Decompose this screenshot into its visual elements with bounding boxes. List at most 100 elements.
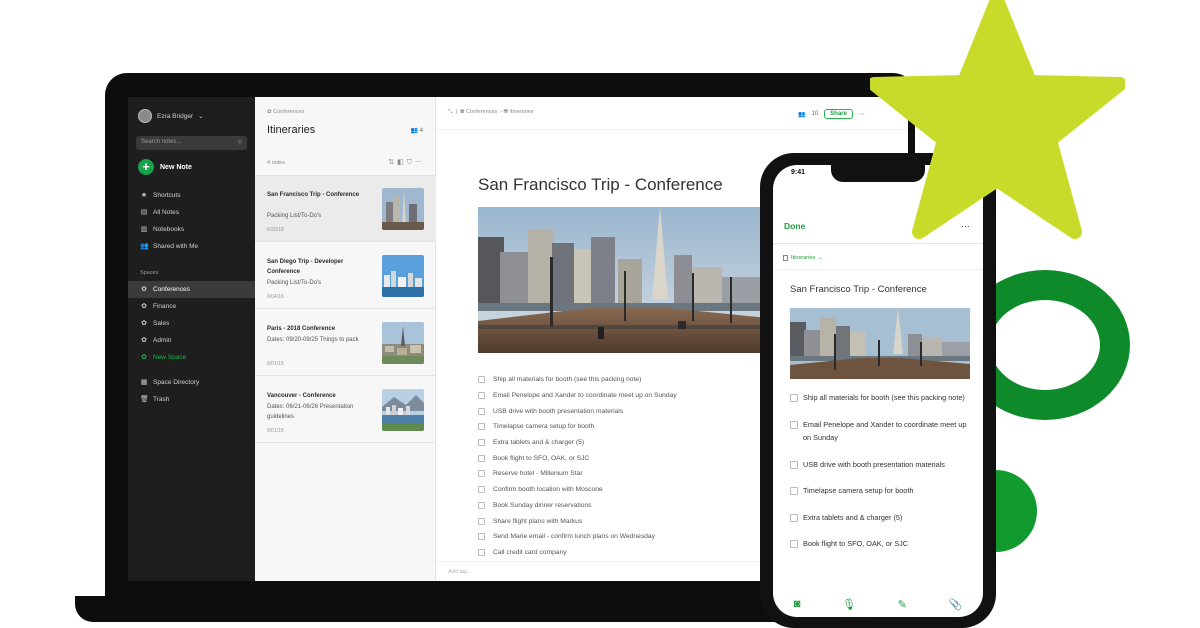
sidebar-item-label: Admin	[153, 337, 172, 344]
note-card-date: 6/01/18	[267, 361, 284, 367]
checkbox[interactable]	[790, 487, 798, 495]
checklist-item-text: Ship all materials for booth (see this p…	[803, 393, 965, 402]
sidebar-item-sales[interactable]: ✿ Sales	[128, 315, 255, 332]
checkbox[interactable]	[478, 407, 485, 415]
space-icon: ✿	[141, 286, 147, 293]
marketing-scene: Ezra Bridger ⌄ Search notes... ⚲ + New N…	[0, 0, 1200, 628]
checklist-item[interactable]: Email Penelope and Xander to coordinate …	[478, 388, 778, 404]
view-icon[interactable]: ◧	[397, 159, 407, 166]
checklist: Ship all materials for booth (see this p…	[478, 372, 778, 560]
phone-note-title[interactable]: San Francisco Trip - Conference	[790, 284, 927, 295]
sort-icon[interactable]: ⇅	[388, 159, 397, 166]
checklist-item-text: Extra tablets and & charger (5)	[493, 439, 585, 447]
people-icon: 👥	[140, 243, 149, 250]
note-card[interactable]: Vancouver - Conference Dates: 06/21-06/2…	[255, 377, 436, 443]
sidebar-item-notebooks[interactable]: ▥ Notebooks	[128, 221, 255, 238]
sidebar-item-admin[interactable]: ✿ Admin	[128, 332, 255, 349]
editor-actions: 👥 10 Share ⋯	[798, 109, 865, 119]
search-input[interactable]: Search notes... ⚲	[136, 136, 247, 150]
space-icon: ✿	[141, 337, 147, 344]
checkbox[interactable]	[478, 470, 485, 478]
sidebar-item-label: Shortcuts	[153, 192, 181, 199]
sidebar-item-label: Trash	[153, 396, 170, 403]
checklist-item[interactable]: Book Sunday dinner reservations	[478, 498, 778, 514]
checklist-item-text: Book Sunday dinner reservations	[493, 501, 592, 509]
sidebar-item-all-notes[interactable]: ▤ All Notes	[128, 204, 255, 221]
checkbox[interactable]	[790, 540, 798, 548]
checkbox[interactable]	[478, 501, 485, 509]
sidebar-item-conferences[interactable]: ✿ Conferences	[128, 281, 255, 298]
checkbox[interactable]	[478, 486, 485, 494]
sidebar-item-shared[interactable]: 👥 Shared with Me	[128, 238, 255, 255]
expand-icon[interactable]: ⤡	[448, 109, 452, 115]
done-button[interactable]: Done	[784, 221, 805, 231]
search-placeholder: Search notes...	[141, 139, 182, 145]
checklist-item[interactable]: Book flight to SFO, OAK, or SJC	[478, 450, 778, 466]
account-menu[interactable]: Ezra Bridger ⌄	[138, 109, 204, 123]
checklist-item[interactable]: Extra tablets and & charger (5)	[478, 435, 778, 451]
checklist-item[interactable]: Confirm booth location with Moscone	[478, 482, 778, 498]
new-note-button[interactable]: + New Note	[138, 159, 192, 175]
breadcrumb-space[interactable]: Conferences	[466, 109, 497, 115]
note-thumbnail-vancouver	[382, 389, 424, 431]
checklist-item[interactable]: Ship all materials for booth (see this p…	[478, 372, 778, 388]
notebook-selector[interactable]: Itineraries ⌄	[783, 255, 823, 261]
note-card[interactable]: San Diego Trip - Developer Conference Pa…	[255, 243, 436, 309]
note-card[interactable]: Paris - 2018 Conference Dates: 09/20-09/…	[255, 310, 436, 376]
checkbox[interactable]	[478, 376, 485, 384]
share-button[interactable]: Share	[824, 109, 853, 119]
checklist-item[interactable]: Send Marie email - confirm lunch plans o…	[478, 529, 778, 545]
checklist-item[interactable]: Extra tablets and & charger (5)	[790, 511, 970, 525]
checklist-item[interactable]: Timelapse camera setup for booth	[478, 419, 778, 435]
note-card-snippet: Dates: 06/21-06/26 Presentation guidelin…	[267, 404, 354, 420]
note-card-snippet: Dates: 09/20-09/25 Things to pack	[267, 337, 359, 343]
checkbox[interactable]	[790, 513, 798, 522]
checklist-item[interactable]: Share flight plans with Markus	[478, 513, 778, 529]
sketch-icon[interactable]: ✎	[898, 598, 907, 611]
checkbox[interactable]	[790, 460, 798, 469]
checkbox[interactable]	[478, 439, 485, 447]
sidebar-item-shortcuts[interactable]: ★ Shortcuts	[128, 187, 255, 204]
chevron-down-icon: ⌄	[198, 113, 204, 120]
checklist-item[interactable]: Book flight to SFO, OAK, or SJC	[790, 537, 970, 551]
breadcrumb-notebook[interactable]: Itineraries	[509, 109, 533, 115]
checklist-item[interactable]: Timelapse camera setup for booth	[790, 484, 970, 498]
checkbox[interactable]	[478, 392, 485, 400]
tag-input[interactable]: Add tag...	[448, 569, 472, 575]
sidebar-item-label: Shared with Me	[153, 243, 199, 250]
sidebar-item-trash[interactable]: 🗑 Trash	[128, 391, 255, 408]
microphone-icon[interactable]: 🎙	[842, 598, 856, 611]
checklist-item[interactable]: Call credit card company	[478, 545, 778, 561]
checkbox[interactable]	[790, 394, 798, 402]
members-indicator[interactable]: 👥 4	[411, 127, 423, 134]
checkbox[interactable]	[790, 420, 798, 429]
phone-checklist: Ship all materials for booth (see this p…	[790, 391, 970, 564]
more-icon[interactable]: ⋯	[859, 111, 865, 118]
breadcrumb[interactable]: ✿ Conferences	[267, 109, 304, 115]
checkbox[interactable]	[478, 533, 485, 541]
note-title[interactable]: San Francisco Trip - Conference	[478, 175, 723, 195]
checkbox[interactable]	[478, 423, 485, 431]
checkbox[interactable]	[478, 517, 485, 525]
checklist-item[interactable]: Reserve hotel - Millenium Star	[478, 466, 778, 482]
checklist-item[interactable]: Ship all materials for booth (see this p…	[790, 391, 970, 405]
checklist-item[interactable]: USB drive with booth presentation materi…	[478, 403, 778, 419]
more-icon[interactable]: ⋯	[415, 159, 425, 166]
checklist-item-text: Ship all materials for booth (see this p…	[493, 376, 642, 384]
people-icon: 👥	[798, 111, 806, 118]
space-icon: ✿	[141, 303, 147, 310]
sidebar-item-new-space[interactable]: ✿ New Space	[128, 349, 255, 366]
attachment-icon[interactable]: 📎	[948, 598, 962, 611]
checkbox[interactable]	[478, 454, 485, 462]
note-card[interactable]: San Francisco Trip - Conference Packing …	[255, 176, 436, 242]
sidebar-item-finance[interactable]: ✿ Finance	[128, 298, 255, 315]
editor-members-count[interactable]: 10	[811, 111, 818, 117]
filter-icon[interactable]: ⛉	[407, 159, 415, 166]
checklist-item[interactable]: USB drive with booth presentation materi…	[790, 458, 970, 472]
sidebar-item-space-directory[interactable]: ▦ Space Directory	[128, 374, 255, 391]
spaces-heading: Spaces	[140, 270, 159, 276]
checklist-item[interactable]: Email Penelope and Xander to coordinate …	[790, 418, 970, 445]
camera-icon[interactable]: ◙	[794, 598, 801, 610]
status-time: 9:41	[791, 169, 806, 176]
checkbox[interactable]	[478, 548, 485, 556]
